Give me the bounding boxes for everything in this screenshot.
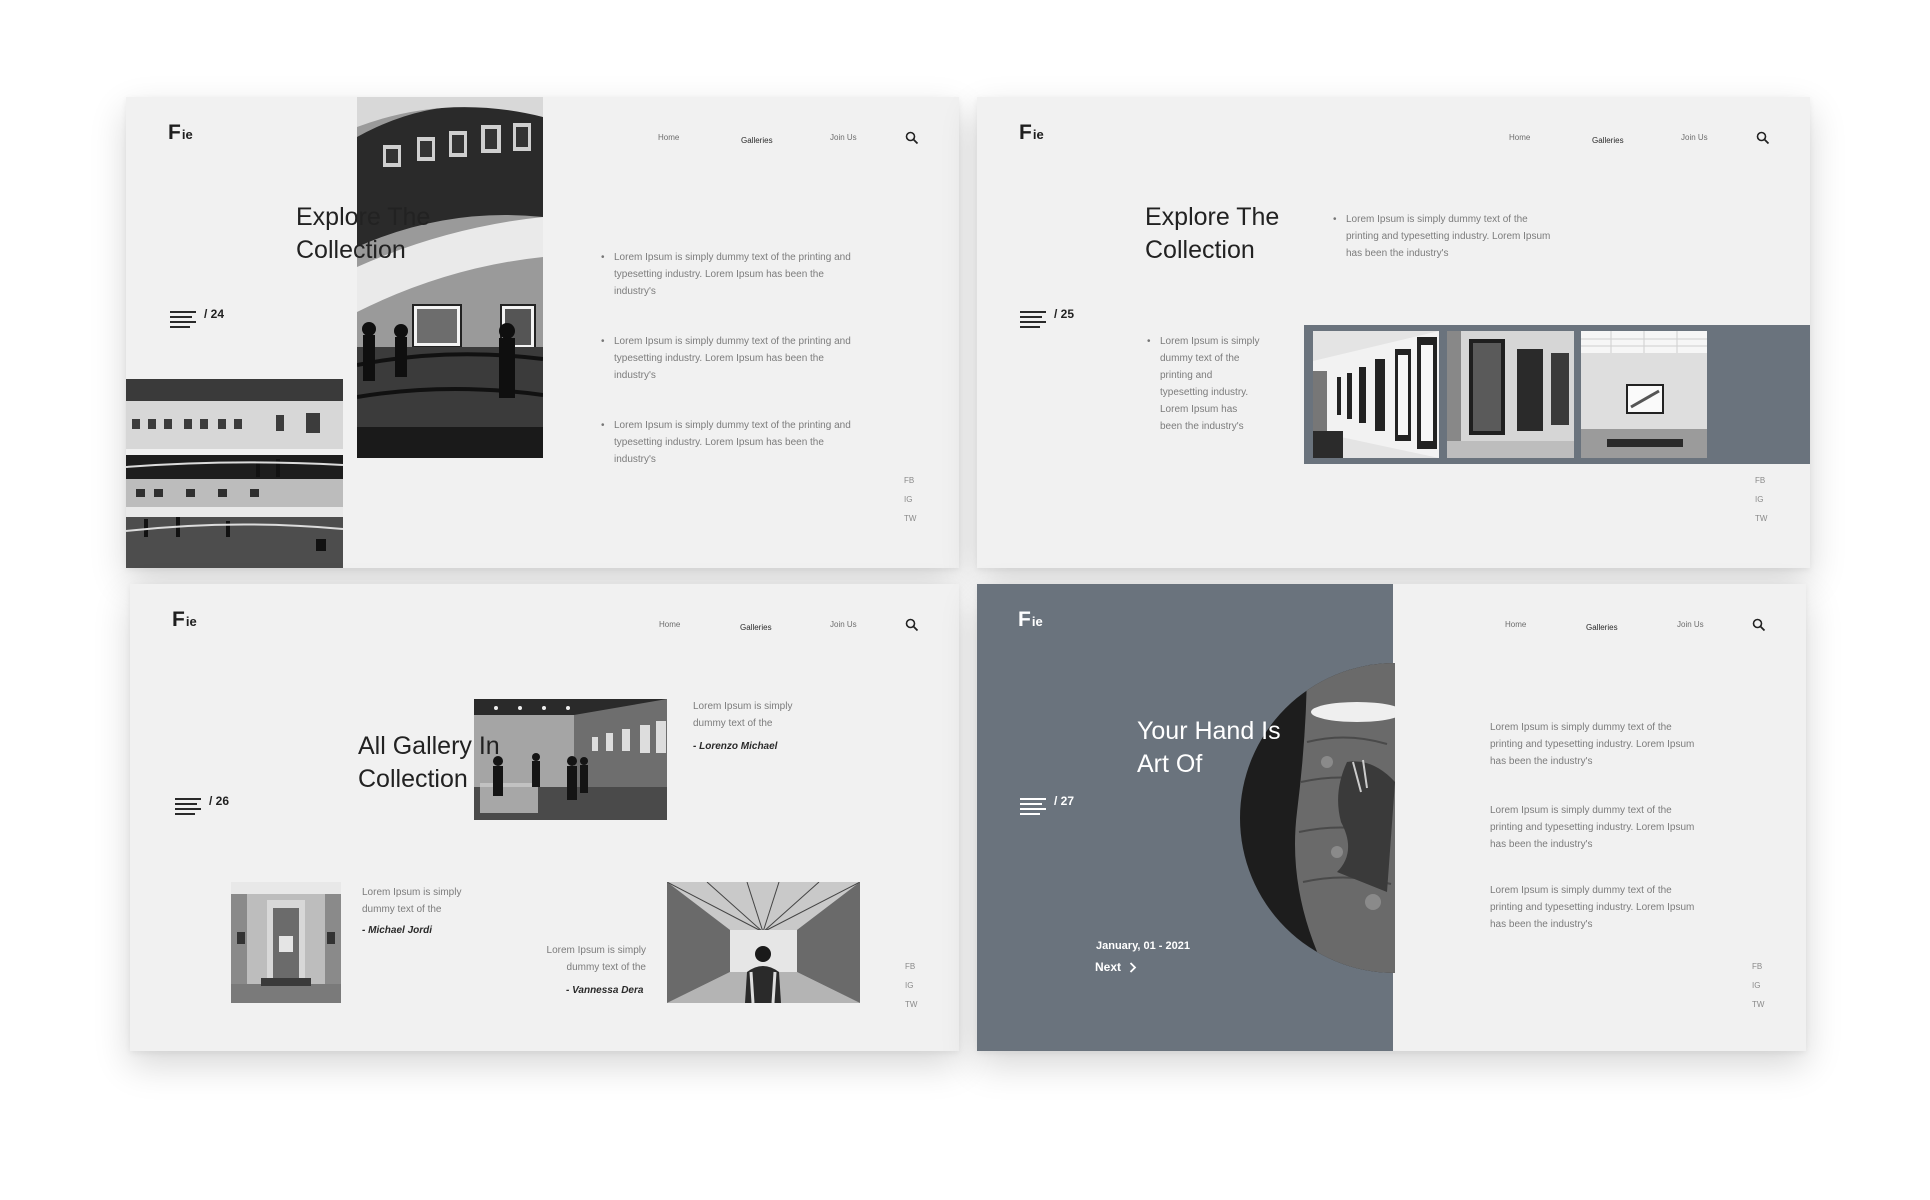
slide-title: Your Hand Is Art Of	[1137, 717, 1281, 778]
slide-title: Explore The Collection	[296, 203, 431, 264]
nav-home[interactable]: Home	[658, 133, 679, 142]
social-ig[interactable]: IG	[1755, 495, 1763, 504]
page-indicator: / 26	[175, 794, 235, 816]
menu-lines-icon[interactable]	[170, 311, 198, 331]
social-tw[interactable]: TW	[904, 514, 916, 523]
nav-galleries[interactable]: Galleries	[740, 623, 772, 632]
social-ig[interactable]: IG	[905, 981, 913, 990]
quote-author: - Lorenzo Michael	[693, 741, 778, 752]
page-indicator: / 27	[1020, 794, 1080, 816]
nav-home[interactable]: Home	[659, 620, 680, 629]
slide-27: Fie Home Galleries Join Us Your Hand Is A…	[977, 584, 1806, 1051]
search-icon[interactable]	[1752, 618, 1766, 632]
quote-text: Lorem Ipsum is simply dummy text of the	[693, 701, 793, 729]
social-fb[interactable]: FB	[905, 962, 915, 971]
museum-room-photo	[231, 882, 341, 1003]
bullet-text: Lorem Ipsum is simply dummy text of the …	[601, 249, 862, 300]
slide-26: Fie Home Galleries Join Us All Gallery I…	[130, 584, 959, 1051]
body-text: Lorem Ipsum is simply dummy text of the …	[1490, 885, 1695, 930]
quote-author: - Michael Jordi	[362, 925, 433, 936]
artisan-hand-photo	[1237, 662, 1395, 974]
slide-title: Explore The Collection	[1145, 203, 1280, 264]
next-label: Next	[1095, 960, 1122, 974]
nav-galleries[interactable]: Galleries	[1592, 136, 1624, 145]
nav-join-us[interactable]: Join Us	[830, 620, 857, 629]
social-fb[interactable]: FB	[904, 476, 914, 485]
gallery-hall-photo	[474, 699, 667, 820]
quote-text: Lorem Ipsum is simply dummy text of the	[362, 887, 462, 915]
chevron-right-icon	[1129, 961, 1137, 973]
gallery-frames-photo	[1313, 331, 1439, 458]
logo[interactable]: Fie	[1019, 121, 1044, 145]
gallery-art-photo	[1447, 331, 1574, 458]
page-indicator: / 24	[170, 307, 230, 329]
social-tw[interactable]: TW	[1755, 514, 1767, 523]
logo[interactable]: Fie	[168, 121, 193, 145]
menu-lines-icon[interactable]	[1020, 311, 1048, 331]
social-ig[interactable]: IG	[904, 495, 912, 504]
quote-text: Lorem Ipsum is simply dummy text of the	[546, 945, 646, 973]
quote-author: - Vannessa Dera	[566, 985, 644, 996]
slide-24: Fie Home Galleries Join Us Explore The C…	[126, 97, 959, 568]
nav-join-us[interactable]: Join Us	[830, 133, 857, 142]
logo[interactable]: Fie	[172, 608, 197, 632]
nav-join-us[interactable]: Join Us	[1677, 620, 1704, 629]
logo[interactable]: Fie	[1018, 608, 1043, 632]
social-tw[interactable]: TW	[905, 1000, 917, 1009]
body-text: Lorem Ipsum is simply dummy text of the …	[1490, 722, 1695, 767]
menu-lines-icon[interactable]	[1020, 798, 1048, 818]
nav-galleries[interactable]: Galleries	[1586, 623, 1618, 632]
slide-25: Fie Home Galleries Join Us Explore The Co…	[977, 97, 1810, 568]
bullet-text: Lorem Ipsum is simply dummy text of the …	[1147, 333, 1262, 435]
event-date: January, 01 - 2021	[1096, 940, 1190, 952]
nav-home[interactable]: Home	[1505, 620, 1526, 629]
gallery-room-photo	[1581, 331, 1707, 458]
gallery-interior-photo	[357, 97, 543, 458]
bullet-text: Lorem Ipsum is simply dummy text of the …	[601, 333, 862, 384]
slide-title: All Gallery In Collection	[358, 732, 500, 793]
next-button[interactable]: Next	[1095, 960, 1137, 974]
arcade-visitor-photo	[667, 882, 860, 1003]
social-tw[interactable]: TW	[1752, 1000, 1764, 1009]
social-fb[interactable]: FB	[1755, 476, 1765, 485]
nav-galleries[interactable]: Galleries	[741, 136, 773, 145]
social-ig[interactable]: IG	[1752, 981, 1760, 990]
page-indicator: / 25	[1020, 307, 1080, 329]
gallery-balcony-photo	[126, 379, 343, 568]
social-fb[interactable]: FB	[1752, 962, 1762, 971]
nav-join-us[interactable]: Join Us	[1681, 133, 1708, 142]
search-icon[interactable]	[905, 131, 919, 145]
menu-lines-icon[interactable]	[175, 798, 203, 818]
bullet-text: Lorem Ipsum is simply dummy text of the …	[1333, 211, 1554, 262]
search-icon[interactable]	[905, 618, 919, 632]
search-icon[interactable]	[1756, 131, 1770, 145]
body-text: Lorem Ipsum is simply dummy text of the …	[1490, 805, 1695, 850]
nav-home[interactable]: Home	[1509, 133, 1530, 142]
bullet-text: Lorem Ipsum is simply dummy text of the …	[601, 417, 862, 468]
